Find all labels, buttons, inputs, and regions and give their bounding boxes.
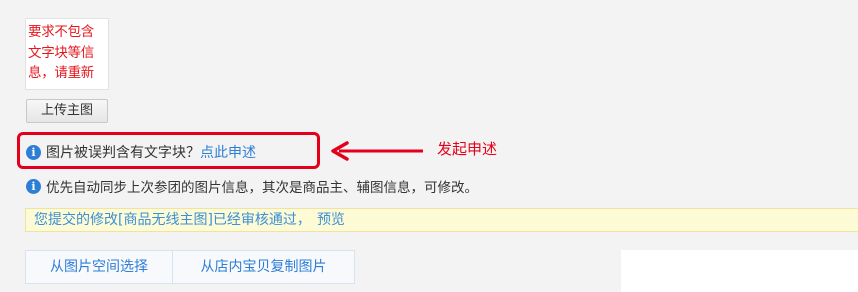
tab-image-space[interactable]: 从图片空间选择 bbox=[25, 250, 173, 284]
preview-link[interactable]: 预览 bbox=[317, 212, 345, 228]
notice-text: 您提交的修改[商品无线主图]已经审核通过， bbox=[34, 212, 311, 228]
info-icon: i bbox=[26, 178, 41, 194]
notice-bar: 您提交的修改[商品无线主图]已经审核通过， 预览 bbox=[25, 208, 858, 232]
highlight-frame bbox=[17, 132, 320, 169]
image-preview: 要求不包含 文字块等信 息，请重新 bbox=[25, 18, 109, 90]
arrow-left-icon bbox=[331, 141, 423, 161]
tab-copy-from-store[interactable]: 从店内宝贝复制图片 bbox=[173, 250, 355, 284]
image-source-tabs: 从图片空间选择 从店内宝贝复制图片 bbox=[25, 250, 355, 284]
warning-line: 要求不包含 bbox=[28, 24, 94, 40]
warning-line: 息，请重新 bbox=[28, 65, 94, 81]
blank-area bbox=[621, 250, 858, 292]
sync-info-row: i 优先自动同步上次参团的图片信息，其次是商品主、辅图信息，可修改。 bbox=[26, 175, 478, 197]
sync-info-text: 优先自动同步上次参团的图片信息，其次是商品主、辅图信息，可修改。 bbox=[46, 180, 478, 196]
upload-main-image-button[interactable]: 上传主图 bbox=[26, 99, 108, 123]
annotation-callout: 发起申述 bbox=[437, 140, 498, 158]
warning-line: 文字块等信 bbox=[28, 44, 94, 61]
